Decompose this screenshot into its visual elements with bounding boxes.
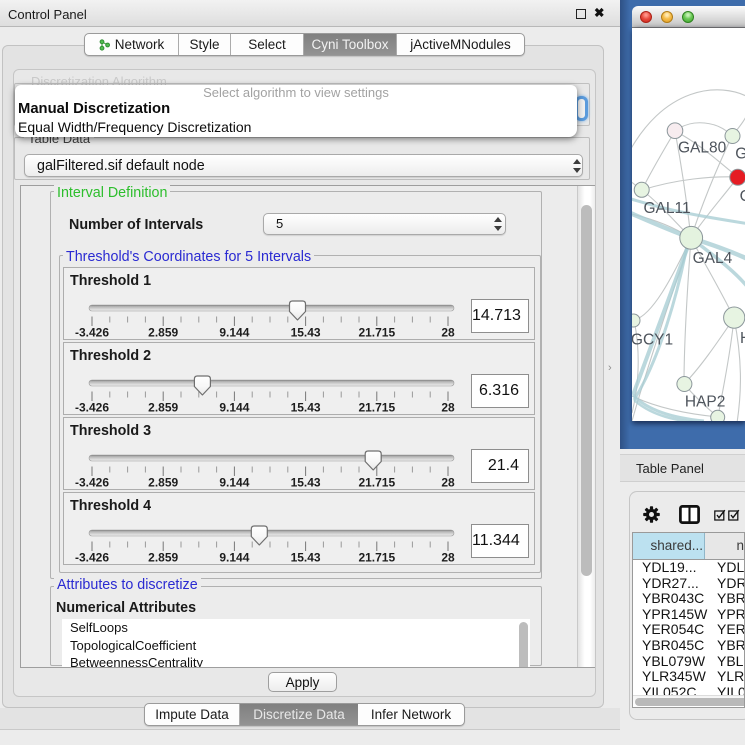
- svg-text:21.715: 21.715: [358, 476, 395, 490]
- svg-text:9.144: 9.144: [219, 401, 249, 415]
- svg-text:15.43: 15.43: [291, 401, 321, 415]
- svg-text:HIS4: HIS4: [740, 330, 745, 347]
- svg-text:15.43: 15.43: [291, 476, 321, 490]
- svg-text:GAL2: GAL2: [735, 145, 745, 162]
- svg-text:CDC: CDC: [740, 188, 745, 205]
- svg-text:15.43: 15.43: [291, 551, 321, 565]
- svg-text:15.43: 15.43: [291, 326, 321, 340]
- svg-text:HAP2: HAP2: [685, 394, 726, 411]
- svg-text:GCY1: GCY1: [632, 332, 673, 349]
- svg-text:GAL11: GAL11: [644, 200, 691, 217]
- svg-text:28: 28: [441, 476, 455, 490]
- svg-text:28: 28: [441, 401, 455, 415]
- svg-text:28: 28: [441, 551, 455, 565]
- svg-text:21.715: 21.715: [358, 551, 395, 565]
- svg-text:-3.426: -3.426: [75, 401, 109, 415]
- svg-text:9.144: 9.144: [219, 326, 249, 340]
- svg-text:-3.426: -3.426: [75, 476, 109, 490]
- svg-text:21.715: 21.715: [358, 326, 395, 340]
- svg-text:-3.426: -3.426: [75, 326, 109, 340]
- svg-text:2.859: 2.859: [148, 551, 178, 565]
- svg-text:2.859: 2.859: [148, 326, 178, 340]
- svg-text:9.144: 9.144: [219, 551, 249, 565]
- svg-text:GAL80: GAL80: [678, 140, 727, 157]
- svg-text:-3.426: -3.426: [75, 551, 109, 565]
- svg-text:21.715: 21.715: [358, 401, 395, 415]
- svg-text:2.859: 2.859: [148, 401, 178, 415]
- svg-text:28: 28: [441, 326, 455, 340]
- svg-text:GAL4: GAL4: [693, 250, 733, 267]
- svg-text:9.144: 9.144: [219, 476, 249, 490]
- svg-text:2.859: 2.859: [148, 476, 178, 490]
